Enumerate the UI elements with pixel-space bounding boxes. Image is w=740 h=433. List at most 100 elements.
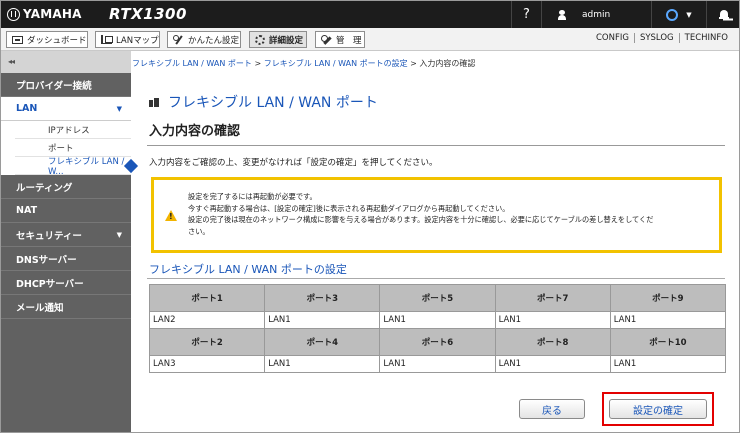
breadcrumb-link-flexible-port-settings[interactable]: フレキシブル LAN / WAN ポートの設定 bbox=[264, 59, 408, 68]
menu-manage-button[interactable]: 管 理 bbox=[315, 31, 365, 48]
section-title: フレキシブル LAN / WAN ポート bbox=[149, 92, 378, 112]
bell-icon bbox=[719, 9, 729, 20]
techinfo-link[interactable]: TECHINFO bbox=[678, 33, 733, 43]
table-row: LAN3 LAN1 LAN1 LAN1 LAN1 bbox=[148, 355, 727, 373]
breadcrumb: フレキシブル LAN / WAN ポート > フレキシブル LAN / WAN … bbox=[132, 58, 475, 69]
help-button[interactable]: ? bbox=[511, 1, 541, 28]
sidebar-item-label: DHCPサーバー bbox=[16, 278, 84, 290]
table-header: ポート7 bbox=[494, 284, 611, 312]
menu-label: LANマップ bbox=[116, 35, 159, 46]
warning-line: さい。 bbox=[188, 226, 210, 236]
table-header: ポート8 bbox=[494, 328, 611, 356]
sidebar-item-routing[interactable]: ルーティング bbox=[1, 175, 131, 199]
sidebar: ◂◂ プロバイダー接続 LAN ▼ IPアドレス ポート フレキシブル LAN … bbox=[1, 51, 131, 432]
confirm-settings-button[interactable]: 設定の確定 bbox=[609, 399, 707, 419]
table-cell: LAN1 bbox=[494, 355, 611, 373]
sidebar-subitem-ipaddress[interactable]: IPアドレス bbox=[15, 121, 131, 139]
sidebar-item-nat[interactable]: NAT bbox=[1, 199, 131, 223]
warning-line: 今すぐ再起動する場合は、[設定の確定]後に表示される再起動ダイアログから再起動し… bbox=[188, 203, 510, 213]
table-header: ポート10 bbox=[609, 328, 727, 356]
menu-label: かんたん設定 bbox=[188, 35, 240, 46]
menu-advanced-button[interactable]: 詳細設定 bbox=[249, 31, 307, 48]
menu-bar: ダッシュボード LANマップ かんたん設定 詳細設定 管 理 CONFIG SY… bbox=[1, 28, 739, 51]
lanmap-icon bbox=[101, 35, 113, 44]
table-header: ポート9 bbox=[609, 284, 727, 312]
table-cell: LAN1 bbox=[379, 311, 496, 329]
table-header: ポート3 bbox=[264, 284, 381, 312]
sidebar-item-mail[interactable]: メール通知 bbox=[1, 295, 131, 319]
status-ring-icon bbox=[666, 8, 679, 21]
lan-submenu: IPアドレス ポート フレキシブル LAN / W... bbox=[1, 121, 131, 177]
divider bbox=[147, 145, 725, 146]
settings-subheading: フレキシブル LAN / WAN ポートの設定 bbox=[149, 263, 347, 276]
sidebar-item-security[interactable]: セキュリティー ▼ bbox=[1, 223, 131, 247]
sidebar-item-label: NAT bbox=[16, 205, 38, 216]
breadcrumb-separator: > bbox=[251, 59, 264, 68]
utility-links: CONFIG SYSLOG TECHINFO bbox=[591, 33, 733, 43]
app-frame: YAMAHA RTX1300 ? admin ▼ ダッシュボード LANマップ … bbox=[0, 0, 740, 433]
table-cell: LAN1 bbox=[494, 311, 611, 329]
table-cell: LAN1 bbox=[379, 355, 496, 373]
sidebar-item-provider[interactable]: プロバイダー接続 bbox=[1, 73, 131, 97]
wand-icon bbox=[173, 34, 184, 45]
instruction-text: 入力内容をご確認の上、変更がなければ「設定の確定」を押してください。 bbox=[149, 158, 438, 168]
table-cell: LAN2 bbox=[148, 311, 266, 329]
chevron-down-icon: ▼ bbox=[116, 105, 122, 113]
warning-icon bbox=[165, 210, 177, 221]
user-name: admin bbox=[582, 9, 611, 20]
notification-button[interactable] bbox=[706, 1, 739, 28]
port-settings-table: ポート1 ポート3 ポート5 ポート7 ポート9 LAN2 LAN1 LAN1 … bbox=[148, 284, 727, 373]
sidebar-item-label: プロバイダー接続 bbox=[16, 80, 92, 92]
table-cell: LAN1 bbox=[609, 355, 727, 373]
menu-label: 管 理 bbox=[336, 35, 362, 46]
warning-box: 設定を完了するには再起動が必要です。 今すぐ再起動する場合は、[設定の確定]後に… bbox=[151, 177, 722, 253]
wrench-icon bbox=[321, 34, 332, 45]
sidebar-item-dhcp[interactable]: DHCPサーバー bbox=[1, 271, 131, 295]
table-cell: LAN1 bbox=[264, 311, 381, 329]
yamaha-mark-icon bbox=[7, 7, 20, 21]
menu-easy-setup-button[interactable]: かんたん設定 bbox=[167, 31, 241, 48]
table-header-row: ポート2 ポート4 ポート6 ポート8 ポート10 bbox=[148, 328, 727, 356]
warning-text: 設定を完了するには再起動が必要です。 今すぐ再起動する場合は、[設定の確定]後に… bbox=[188, 191, 718, 237]
user-icon bbox=[558, 9, 566, 20]
config-link[interactable]: CONFIG bbox=[591, 33, 634, 43]
breadcrumb-current: 入力内容の確認 bbox=[419, 59, 476, 68]
menu-dashboard-button[interactable]: ダッシュボード bbox=[6, 31, 88, 48]
chevron-down-icon: ▼ bbox=[116, 231, 122, 239]
warning-line: 設定を完了するには再起動が必要です。 bbox=[188, 192, 317, 201]
table-row: LAN2 LAN1 LAN1 LAN1 LAN1 bbox=[148, 311, 727, 329]
table-cell: LAN1 bbox=[609, 311, 727, 329]
sidebar-item-lan[interactable]: LAN ▼ bbox=[1, 97, 131, 121]
status-menu[interactable]: ▼ bbox=[651, 1, 706, 28]
user-menu[interactable]: admin bbox=[541, 1, 651, 28]
sidebar-item-label: DNSサーバー bbox=[16, 254, 77, 266]
menu-lanmap-button[interactable]: LANマップ bbox=[95, 31, 160, 48]
chevron-down-icon: ▼ bbox=[686, 10, 692, 19]
table-header: ポート6 bbox=[379, 328, 496, 356]
table-header: ポート1 bbox=[148, 284, 266, 312]
menu-label: ダッシュボード bbox=[27, 35, 87, 46]
sidebar-item-dns[interactable]: DNSサーバー bbox=[1, 247, 131, 271]
sidebar-collapse-button[interactable]: ◂◂ bbox=[1, 51, 131, 73]
top-header: YAMAHA RTX1300 ? admin ▼ bbox=[1, 1, 739, 28]
sidebar-item-label: ルーティング bbox=[16, 182, 73, 194]
back-button[interactable]: 戻る bbox=[519, 399, 585, 419]
warning-line: 設定の完了後は現在のネットワーク構成に影響を与える場合があります。設定内容を十分… bbox=[188, 215, 654, 224]
sidebar-item-label: セキュリティー bbox=[16, 230, 82, 242]
divider bbox=[147, 278, 725, 279]
page-title: 入力内容の確認 bbox=[149, 124, 241, 139]
sidebar-subitem-flexible-port[interactable]: フレキシブル LAN / W... bbox=[15, 157, 131, 177]
brand-name: YAMAHA bbox=[23, 7, 82, 21]
table-header: ポート4 bbox=[264, 328, 381, 356]
sidebar-item-label: LAN bbox=[16, 103, 38, 114]
brand-logo: YAMAHA bbox=[7, 7, 82, 21]
sidebar-item-label: メール通知 bbox=[16, 302, 64, 314]
syslog-link[interactable]: SYSLOG bbox=[633, 33, 679, 43]
table-header: ポート2 bbox=[148, 328, 266, 356]
breadcrumb-separator: > bbox=[407, 59, 420, 68]
table-cell: LAN3 bbox=[148, 355, 266, 373]
table-cell: LAN1 bbox=[264, 355, 381, 373]
section-bars-icon bbox=[149, 97, 159, 107]
table-header: ポート5 bbox=[379, 284, 496, 312]
breadcrumb-link-flexible-port[interactable]: フレキシブル LAN / WAN ポート bbox=[132, 59, 252, 68]
